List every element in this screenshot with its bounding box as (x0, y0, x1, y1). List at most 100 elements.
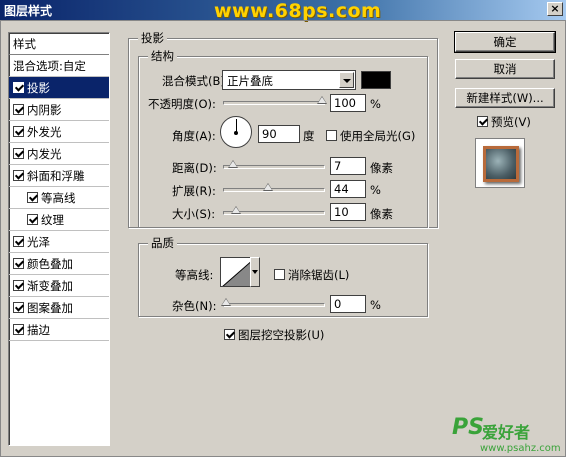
contour-label: 等高线: (175, 268, 214, 282)
noise-slider-thumb[interactable] (221, 298, 231, 306)
preview-checkbox[interactable] (477, 116, 488, 127)
contour-picker[interactable] (220, 257, 254, 287)
opacity-label: 不透明度(O): (148, 97, 216, 111)
close-button[interactable]: × (547, 2, 563, 16)
preview-tile (483, 146, 519, 182)
brand-logo: PS 爱好者 www.psahz.com (452, 415, 562, 455)
size-label: 大小(S): (172, 207, 216, 221)
size-unit: 像素 (370, 207, 393, 221)
style-item-checkbox[interactable] (27, 192, 38, 203)
opacity-unit: % (370, 97, 381, 111)
angle-unit: 度 (303, 129, 315, 143)
contour-dropdown-button[interactable] (250, 257, 260, 287)
global-light-label: 使用全局光(G) (340, 129, 416, 143)
knockout-checkbox[interactable] (224, 329, 235, 340)
style-item[interactable]: 外发光 (9, 121, 109, 143)
anti-alias-label: 消除锯齿(L) (288, 268, 350, 282)
spread-unit: % (370, 183, 381, 197)
noise-input[interactable]: 0 (330, 295, 366, 313)
styles-header: 样式 (9, 33, 109, 55)
style-item-label: 颜色叠加 (27, 257, 73, 271)
style-item-label: 内发光 (27, 147, 62, 161)
style-item-label: 图案叠加 (27, 301, 73, 315)
size-slider-thumb[interactable] (230, 206, 241, 214)
styles-list: 样式 混合选项:自定投影内阴影外发光内发光斜面和浮雕等高线纹理光泽颜色叠加渐变叠… (8, 32, 110, 446)
style-item-checkbox[interactable] (13, 82, 24, 93)
style-item[interactable]: 图案叠加 (9, 297, 109, 319)
style-item-checkbox[interactable] (13, 148, 24, 159)
brand-url: www.psahz.com (480, 443, 561, 454)
size-input[interactable]: 10 (330, 203, 366, 221)
preview-option[interactable]: 预览(V) (477, 114, 531, 130)
structure-title: 结构 (148, 48, 177, 64)
noise-unit: % (370, 298, 381, 312)
shadow-color-swatch[interactable] (361, 71, 391, 89)
knockout-option[interactable]: 图层挖空投影(U) (224, 327, 324, 343)
style-item-label: 光泽 (27, 235, 50, 249)
style-item[interactable]: 光泽 (9, 231, 109, 253)
style-item-checkbox[interactable] (13, 126, 24, 137)
spread-label: 扩展(R): (172, 184, 216, 198)
opacity-slider[interactable] (223, 96, 327, 105)
style-item[interactable]: 内阴影 (9, 99, 109, 121)
brand-name: 爱好者 (482, 423, 531, 442)
distance-label: 距离(D): (172, 161, 217, 175)
style-item-checkbox[interactable] (13, 324, 24, 335)
distance-input[interactable]: 7 (330, 157, 366, 175)
style-item[interactable]: 等高线 (9, 187, 109, 209)
style-item-label: 投影 (27, 81, 50, 95)
noise-slider[interactable] (221, 298, 325, 307)
style-item[interactable]: 内发光 (9, 143, 109, 165)
angle-label: 角度(A): (172, 129, 216, 143)
chevron-down-icon (339, 72, 354, 88)
distance-slider-thumb[interactable] (227, 160, 238, 168)
blend-mode-select[interactable]: 正片叠底 (222, 70, 356, 90)
spread-slider[interactable] (223, 183, 325, 192)
new-style-button[interactable]: 新建样式(W)... (455, 88, 555, 108)
preview-label: 预览(V) (491, 115, 531, 129)
anti-alias-option[interactable]: 消除锯齿(L) (274, 267, 349, 283)
spread-input[interactable]: 44 (330, 180, 366, 198)
style-item-checkbox[interactable] (13, 258, 24, 269)
noise-label: 杂色(N): (172, 299, 217, 313)
distance-slider[interactable] (223, 160, 325, 169)
global-light-checkbox[interactable] (326, 130, 337, 141)
style-item[interactable]: 描边 (9, 319, 109, 341)
size-slider[interactable] (223, 206, 325, 215)
opacity-slider-thumb[interactable] (317, 96, 327, 104)
style-item[interactable]: 混合选项:自定 (9, 55, 109, 77)
style-item-checkbox[interactable] (13, 302, 24, 313)
opacity-input[interactable]: 100 (330, 94, 366, 112)
style-item[interactable]: 斜面和浮雕 (9, 165, 109, 187)
watermark-text: www.68ps.com (214, 0, 382, 22)
style-item-checkbox[interactable] (13, 170, 24, 181)
title-bar: 图层样式 www.68ps.com × (0, 0, 566, 22)
style-item[interactable]: 渐变叠加 (9, 275, 109, 297)
style-item-label: 混合选项:自定 (13, 59, 86, 73)
quality-title: 品质 (148, 235, 177, 251)
style-item[interactable]: 颜色叠加 (9, 253, 109, 275)
angle-dial-center (234, 131, 238, 135)
style-item-label: 等高线 (41, 191, 76, 205)
distance-unit: 像素 (370, 161, 393, 175)
spread-slider-thumb[interactable] (263, 183, 274, 191)
angle-input[interactable]: 90 (258, 125, 300, 143)
style-item-label: 斜面和浮雕 (27, 169, 85, 183)
angle-dial[interactable] (220, 116, 252, 148)
style-item-checkbox[interactable] (27, 214, 38, 225)
global-light-option[interactable]: 使用全局光(G) (326, 128, 415, 144)
style-item[interactable]: 投影 (9, 77, 109, 99)
style-item-label: 纹理 (41, 213, 64, 227)
cancel-button[interactable]: 取消 (455, 59, 555, 79)
blend-mode-value: 正片叠底 (227, 74, 273, 88)
window-title: 图层样式 (4, 4, 53, 18)
style-item[interactable]: 纹理 (9, 209, 109, 231)
style-item-checkbox[interactable] (13, 104, 24, 115)
style-item-checkbox[interactable] (13, 280, 24, 291)
style-item-label: 内阴影 (27, 103, 62, 117)
style-item-checkbox[interactable] (13, 236, 24, 247)
drop-shadow-title: 投影 (138, 30, 167, 46)
ok-button[interactable]: 确定 (454, 31, 556, 53)
anti-alias-checkbox[interactable] (274, 269, 285, 280)
style-item-label: 描边 (27, 323, 50, 337)
